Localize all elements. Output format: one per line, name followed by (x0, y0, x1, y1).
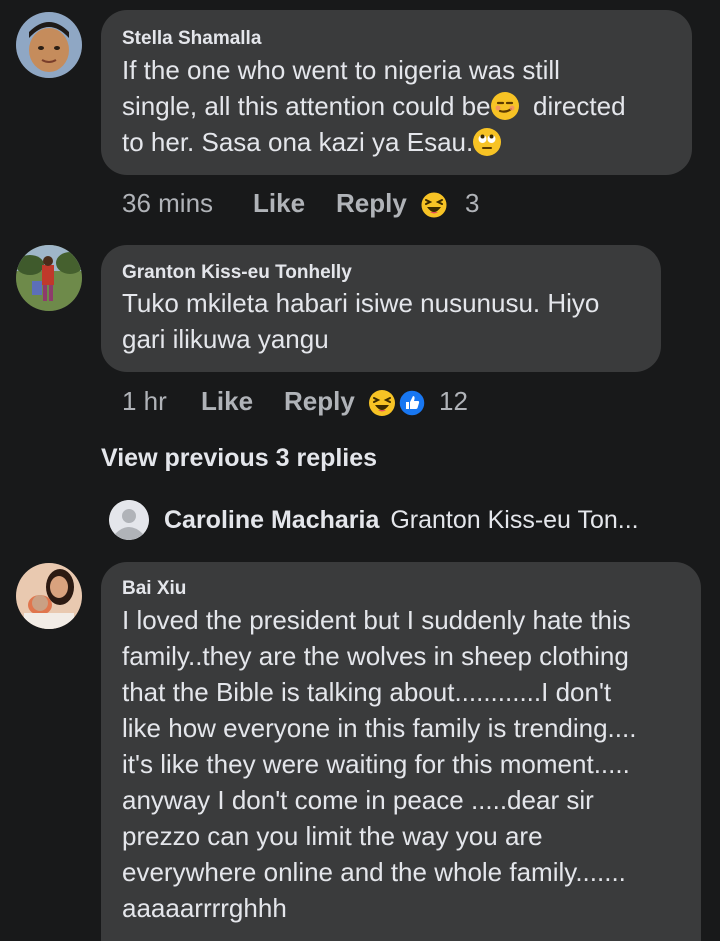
eye-roll-emoji-icon (473, 128, 502, 156)
comment-line-with-emoji: single, all this attention could be dire… (122, 88, 626, 124)
comment-text: I loved the president but I suddenly hat… (122, 602, 636, 926)
avatar-stella-shamalla[interactable] (16, 12, 82, 78)
comment-line: prezzo can you limit the way you are (122, 821, 543, 851)
like-button[interactable]: Like (201, 386, 253, 417)
view-previous-replies-link[interactable]: View previous 3 replies (101, 444, 377, 473)
reaction-count[interactable]: 3 (465, 188, 479, 219)
reaction-count[interactable]: 12 (439, 386, 468, 417)
avatar-bai-xiu[interactable] (16, 563, 82, 629)
haha-reaction-icon[interactable] (420, 191, 448, 226)
reply-button[interactable]: Reply (336, 188, 407, 219)
avatar-granton[interactable] (16, 245, 82, 311)
comment-line: anyway I don't come in peace .....dear s… (122, 785, 594, 815)
comment-author[interactable]: Stella Shamalla (122, 28, 261, 50)
like-reaction-icon[interactable] (398, 389, 426, 424)
comment-author[interactable]: Granton Kiss-eu Tonhelly (122, 262, 352, 284)
comment-line: gari ilikuwa yangu (122, 324, 329, 354)
comment-line: Tuko mkileta habari isiwe nusunusu. Hiyo (122, 288, 600, 318)
comment-line: family..they are the wolves in sheep clo… (122, 641, 629, 671)
comment-author[interactable]: Bai Xiu (122, 578, 186, 600)
comment-text: If the one who went to nigeria was still… (122, 52, 626, 160)
reply-button[interactable]: Reply (284, 386, 355, 417)
comment-line: If the one who went to nigeria was still (122, 55, 560, 85)
comment-line: aaaaarrrrghhh (122, 893, 287, 923)
smirk-emoji-icon (490, 92, 519, 120)
default-avatar-icon[interactable] (109, 500, 149, 540)
like-button[interactable]: Like (253, 188, 305, 219)
comment-line-text: to her. Sasa ona kazi ya Esau. (122, 127, 474, 157)
comment-line: that the Bible is talking about.........… (122, 677, 612, 707)
comment-line-with-emoji: to her. Sasa ona kazi ya Esau. (122, 124, 626, 160)
haha-reaction-icon[interactable] (368, 389, 396, 424)
comment-line: it's like they were waiting for this mom… (122, 749, 630, 779)
comment-line: like how everyone in this family is tren… (122, 713, 637, 743)
comment-line: I loved the president but I suddenly hat… (122, 605, 631, 635)
comment-text: Tuko mkileta habari isiwe nusunusu. Hiyo… (122, 285, 599, 357)
comment-line-text: single, all this attention could be (122, 91, 491, 121)
comment-line-text: directed (533, 91, 626, 121)
reply-preview[interactable]: Caroline Macharia Granton Kiss-eu Ton... (164, 506, 639, 535)
reply-author[interactable]: Caroline Macharia (164, 506, 379, 534)
comment-timestamp[interactable]: 36 mins (122, 188, 213, 219)
comment-line: everywhere online and the whole family..… (122, 857, 626, 887)
reply-preview-text: Granton Kiss-eu Ton... (390, 506, 639, 534)
comment-timestamp[interactable]: 1 hr (122, 386, 167, 417)
